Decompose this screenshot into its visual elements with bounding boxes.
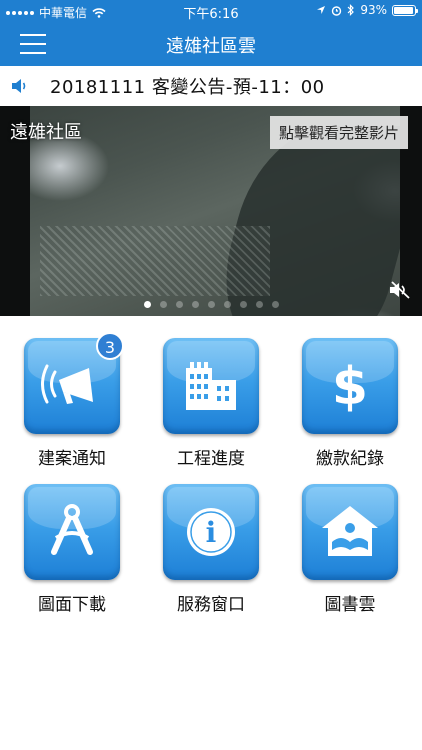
dollar-icon: $ (332, 357, 368, 416)
map-urban-area (40, 226, 270, 296)
tile-payment-records[interactable]: $ 繳款紀錄 (302, 338, 398, 469)
page-title: 遠雄社區雲 (166, 36, 256, 57)
tile-icon-bg (302, 484, 398, 580)
status-right: 93% (316, 3, 418, 17)
slide-dot[interactable] (191, 301, 199, 308)
speaker-icon (12, 79, 26, 93)
tile-label: 服務窗口 (177, 595, 245, 615)
slide-dot[interactable] (223, 301, 231, 308)
notification-badge: 3 (96, 332, 124, 360)
slide-dot[interactable] (255, 301, 263, 308)
battery-icon (392, 4, 418, 16)
tile-construction-progress[interactable]: 工程進度 (163, 338, 259, 469)
book-house-icon (322, 506, 378, 556)
tile-drawing-download[interactable]: 圖面下載 (24, 484, 120, 615)
mute-icon[interactable] (388, 280, 412, 300)
announcement-bar[interactable]: 20181111 客變公告-預-11：00 (0, 66, 422, 106)
compass-icon (51, 504, 93, 555)
slide-dot[interactable] (207, 301, 215, 308)
watch-full-video-button[interactable]: 點擊觀看完整影片 (269, 116, 408, 149)
slide-dot[interactable] (175, 301, 183, 308)
megaphone-icon (41, 364, 93, 404)
status-bar: 中華電信 下午6:16 93% (0, 0, 422, 22)
svg-text:i: i (206, 516, 217, 549)
slide-indicator[interactable] (0, 301, 422, 308)
tile-label: 圖面下載 (38, 595, 106, 615)
info-icon: i (187, 508, 235, 556)
video-banner[interactable]: 遠雄社區 點擊觀看完整影片 (0, 106, 422, 316)
tile-icon-bg (163, 338, 259, 434)
location-icon (317, 6, 326, 14)
slide-dot[interactable] (271, 301, 279, 308)
tile-label: 工程進度 (177, 449, 245, 469)
tile-project-notice[interactable]: 3 建案通知 (24, 332, 124, 469)
tile-label: 建案通知 (38, 449, 106, 469)
slide-dot[interactable] (143, 301, 151, 308)
alarm-icon (332, 5, 342, 16)
slide-dot[interactable] (239, 301, 247, 308)
tile-icon-bg (24, 484, 120, 580)
tile-label: 圖書雲 (324, 595, 376, 615)
announcement-text: 20181111 客變公告-預-11：00 (50, 77, 325, 98)
tile-label: 繳款紀錄 (316, 449, 384, 469)
tile-icon-bg: $ (302, 338, 398, 434)
bluetooth-icon (347, 4, 355, 16)
svg-text:$: $ (332, 357, 368, 416)
tile-icon-bg: i (163, 484, 259, 580)
buildings-icon (186, 362, 236, 410)
tile-service-window[interactable]: i 服務窗口 (163, 484, 259, 615)
banner-label: 遠雄社區 (10, 122, 82, 143)
slide-dot[interactable] (159, 301, 167, 308)
tile-library-cloud[interactable]: 圖書雲 (302, 484, 398, 615)
battery-percent: 93% (360, 3, 387, 17)
nav-bar: 遠雄社區雲 (0, 22, 422, 66)
